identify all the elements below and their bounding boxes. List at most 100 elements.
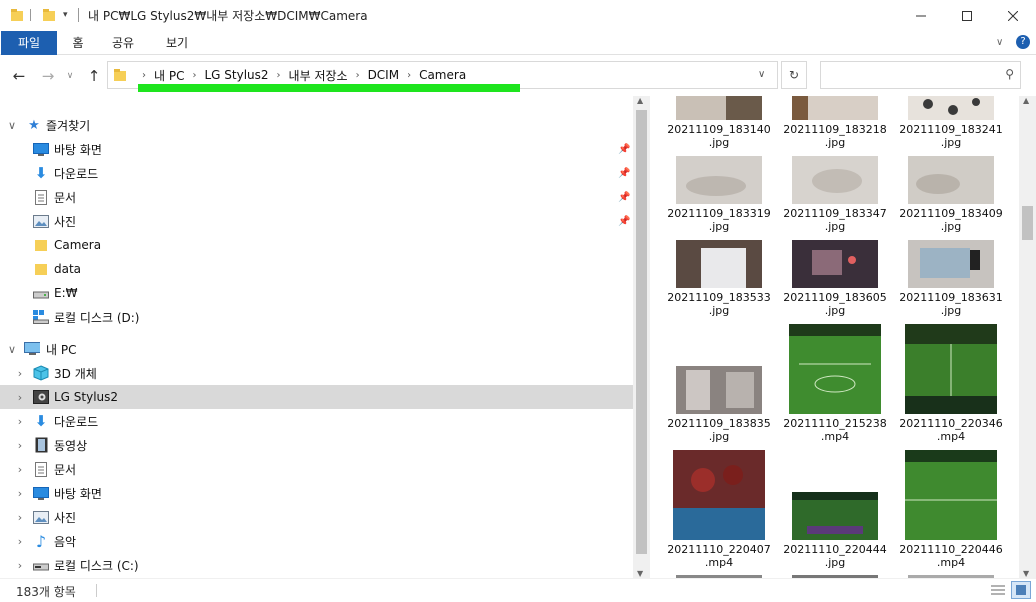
file-name[interactable]: 20211110_220407 .mp4: [664, 543, 774, 569]
nav-this-pc[interactable]: ∨ 내 PC: [0, 337, 633, 361]
help-icon[interactable]: ?: [1016, 35, 1030, 49]
expand-ribbon-icon[interactable]: ∨: [996, 37, 1003, 48]
file-name[interactable]: 20211109_183218 .jpg: [780, 123, 890, 149]
nav-local-disk-c[interactable]: › 로컬 디스크 (C:): [0, 553, 633, 577]
nav-data[interactable]: data: [0, 257, 633, 281]
nav-downloads[interactable]: ⬇ 다운로드 📌: [0, 161, 633, 185]
back-button[interactable]: ←: [8, 66, 30, 86]
nav-quick-access[interactable]: ∨ ★ 즐겨찾기: [0, 113, 633, 137]
details-view-icon[interactable]: [990, 583, 1006, 600]
video-thumbnail[interactable]: [789, 324, 881, 414]
chevron-right-icon[interactable]: ›: [14, 391, 26, 404]
chevron-right-icon[interactable]: ›: [14, 487, 26, 500]
nav-local-disk-d[interactable]: 로컬 디스크 (D:): [0, 305, 633, 329]
tab-share[interactable]: 공유: [102, 31, 144, 55]
content-scrollbar[interactable]: ▲ ▼: [1019, 96, 1036, 578]
video-thumbnail[interactable]: [905, 324, 997, 414]
pin-icon[interactable]: 📌: [618, 168, 630, 179]
thumbnail-image[interactable]: [676, 156, 762, 204]
crumb-lg-stylus2[interactable]: LG Stylus2: [204, 68, 268, 82]
file-name[interactable]: 20211110_215238 .mp4: [780, 417, 890, 443]
nav-desktop[interactable]: 바탕 화면 📌: [0, 137, 633, 161]
file-name[interactable]: 20211109_183319 .jpg: [664, 207, 774, 233]
close-button[interactable]: [990, 0, 1036, 31]
crumb-internal-storage[interactable]: 내부 저장소: [289, 67, 348, 84]
thumbnail-image[interactable]: [908, 96, 994, 120]
chevron-down-icon[interactable]: ∨: [6, 343, 18, 356]
chevron-right-icon[interactable]: ›: [14, 367, 26, 380]
file-name[interactable]: 20211109_183835 .jpg: [664, 417, 774, 443]
file-name[interactable]: 20211109_183631 .jpg: [896, 291, 1006, 317]
crumb-camera[interactable]: Camera: [419, 68, 466, 82]
file-name[interactable]: 20211109_183605 .jpg: [780, 291, 890, 317]
up-button[interactable]: ↑: [83, 66, 105, 86]
thumbnail-image[interactable]: [792, 156, 878, 204]
thumbnail-image[interactable]: [908, 156, 994, 204]
scroll-down-icon[interactable]: ▼: [637, 569, 643, 578]
maximize-button[interactable]: [944, 0, 990, 31]
thumbnail-image[interactable]: [908, 240, 994, 288]
thumbnail-image[interactable]: [676, 240, 762, 288]
large-icons-view-icon[interactable]: [1011, 581, 1031, 599]
crumb-dcim[interactable]: DCIM: [368, 68, 400, 82]
nav-pictures[interactable]: 사진 📌: [0, 209, 633, 233]
crumb-this-pc[interactable]: 내 PC: [154, 67, 184, 84]
file-name[interactable]: 20211110_220444 .jpg: [780, 543, 890, 569]
chevron-right-icon[interactable]: ›: [192, 70, 196, 81]
tab-home[interactable]: 홈: [62, 31, 94, 55]
thumbnail-image[interactable]: [792, 240, 878, 288]
chevron-right-icon[interactable]: ›: [14, 415, 26, 428]
nav-pc-pictures[interactable]: › 사진: [0, 505, 633, 529]
chevron-right-icon[interactable]: ›: [277, 70, 281, 81]
file-name[interactable]: 20211109_183241 .jpg: [896, 123, 1006, 149]
video-thumbnail[interactable]: [905, 450, 997, 540]
quick-access-folder-icon[interactable]: [42, 8, 56, 25]
thumbnail-image[interactable]: [676, 366, 762, 414]
thumbnail-image[interactable]: [676, 96, 762, 120]
tab-view[interactable]: 보기: [156, 31, 198, 55]
nav-pc-desktop[interactable]: › 바탕 화면: [0, 481, 633, 505]
scroll-up-icon[interactable]: ▲: [637, 96, 643, 105]
chevron-right-icon[interactable]: ›: [407, 70, 411, 81]
thumbnail-image[interactable]: [792, 96, 878, 120]
pin-icon[interactable]: 📌: [618, 216, 630, 227]
address-dropdown-icon[interactable]: ∨: [758, 69, 765, 80]
file-name[interactable]: 20211110_220346 .mp4: [896, 417, 1006, 443]
nav-3d-objects[interactable]: › 3D 개체: [0, 361, 633, 385]
scroll-down-icon[interactable]: ▼: [1023, 569, 1029, 578]
tab-file[interactable]: 파일: [1, 31, 57, 55]
chevron-right-icon[interactable]: ›: [14, 439, 26, 452]
nav-videos[interactable]: › 동영상: [0, 433, 633, 457]
search-input[interactable]: ⚲: [820, 61, 1021, 89]
nav-documents[interactable]: 문서 📌: [0, 185, 633, 209]
chevron-right-icon[interactable]: ›: [14, 559, 26, 572]
file-name[interactable]: 20211109_183409 .jpg: [896, 207, 1006, 233]
customize-toolbar-icon[interactable]: ▾: [63, 10, 68, 20]
scrollbar-thumb[interactable]: [636, 110, 647, 554]
nav-pc-documents[interactable]: › 문서: [0, 457, 633, 481]
file-name[interactable]: 20211109_183140 .jpg: [664, 123, 774, 149]
nav-music[interactable]: › ♪ 음악: [0, 529, 633, 553]
chevron-right-icon[interactable]: ›: [14, 535, 26, 548]
chevron-right-icon[interactable]: ›: [14, 463, 26, 476]
minimize-button[interactable]: [898, 0, 944, 31]
nav-camera[interactable]: Camera: [0, 233, 633, 257]
refresh-button[interactable]: ↻: [781, 61, 807, 89]
pin-icon[interactable]: 📌: [618, 144, 630, 155]
recent-locations-button[interactable]: ∨: [62, 66, 78, 86]
pin-icon[interactable]: 📌: [618, 192, 630, 203]
forward-button[interactable]: →: [37, 66, 59, 86]
file-name[interactable]: 20211109_183533 .jpg: [664, 291, 774, 317]
chevron-right-icon[interactable]: ›: [14, 511, 26, 524]
scroll-up-icon[interactable]: ▲: [1023, 96, 1029, 105]
nav-lg-stylus2[interactable]: › LG Stylus2: [0, 385, 633, 409]
nav-pc-downloads[interactable]: › ⬇ 다운로드: [0, 409, 633, 433]
file-name[interactable]: 20211110_220446 .mp4: [896, 543, 1006, 569]
address-bar[interactable]: › 내 PC › LG Stylus2 › 내부 저장소 › DCIM › Ca…: [107, 61, 778, 92]
nav-scrollbar[interactable]: ▲ ▼: [633, 96, 650, 578]
thumbnail-image[interactable]: [792, 492, 878, 540]
video-thumbnail[interactable]: [673, 450, 765, 540]
chevron-right-icon[interactable]: ›: [356, 70, 360, 81]
chevron-down-icon[interactable]: ∨: [6, 119, 18, 132]
scrollbar-thumb[interactable]: [1022, 206, 1033, 240]
